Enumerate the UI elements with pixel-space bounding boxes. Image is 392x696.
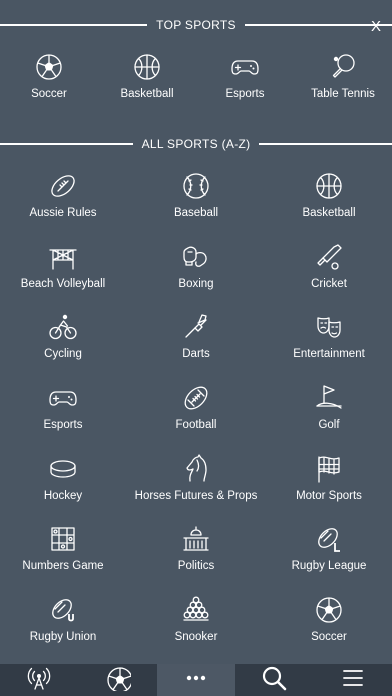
- sport-label: Cricket: [311, 277, 347, 290]
- basketball-icon: [314, 171, 344, 201]
- all-sports-grid: Aussie Rules Baseball Basketball Beach Voll…: [0, 171, 392, 666]
- sport-item-basketball[interactable]: Basketball: [266, 171, 392, 242]
- sport-item-rugby-union[interactable]: Rugby Union: [0, 595, 126, 666]
- tab-soccer-ball[interactable]: [78, 664, 156, 696]
- sport-label: Hockey: [43, 489, 83, 502]
- search-icon: [261, 665, 287, 696]
- sport-item-soccer[interactable]: Soccer: [266, 595, 392, 666]
- sport-label: Horses Futures & Props: [134, 489, 258, 502]
- sport-label: Politics: [177, 560, 215, 573]
- sport-item-baseball[interactable]: Baseball: [126, 171, 266, 242]
- rugby-league-ball-icon: [314, 524, 344, 554]
- top-sports-header: TOP SPORTS: [0, 15, 392, 35]
- soccer-ball-icon: [314, 595, 344, 625]
- cyclist-icon: [48, 312, 78, 342]
- sport-item-politics[interactable]: Politics: [126, 524, 266, 595]
- sport-label: Basketball: [302, 207, 356, 219]
- sport-item-darts[interactable]: Darts: [126, 312, 266, 383]
- sport-label: Baseball: [173, 207, 219, 219]
- theater-masks-icon: [314, 312, 344, 342]
- sport-label: Table Tennis: [311, 88, 375, 100]
- sport-item-esports[interactable]: Esports: [196, 52, 294, 112]
- sport-label: Soccer: [31, 88, 67, 100]
- all-sports-header: ALL SPORTS (A-Z): [0, 134, 392, 154]
- sport-item-boxing[interactable]: Boxing: [126, 242, 266, 313]
- divider: [0, 24, 148, 26]
- all-sports-title: ALL SPORTS (A-Z): [141, 137, 251, 151]
- sport-item-soccer[interactable]: Soccer: [0, 52, 98, 112]
- tab-more-dots[interactable]: [156, 664, 236, 696]
- sport-item-snooker[interactable]: Snooker: [126, 595, 266, 666]
- sport-item-aussie-rules[interactable]: Aussie Rules: [0, 171, 126, 242]
- sport-label: Motor Sports: [296, 489, 362, 502]
- capitol-building-icon: [181, 524, 211, 554]
- gamepad-icon: [48, 383, 78, 413]
- soccer-ball-icon: [34, 52, 64, 82]
- top-sports-title: TOP SPORTS: [156, 18, 236, 32]
- volleyball-net-icon: [48, 242, 78, 272]
- sport-label: Aussie Rules: [29, 207, 97, 219]
- sport-label: Cycling: [44, 348, 82, 361]
- sport-item-horses-futures-props[interactable]: Horses Futures & Props: [126, 454, 266, 525]
- horse-head-icon: [181, 454, 211, 484]
- divider: [244, 24, 392, 26]
- bottom-tab-bar: [0, 664, 392, 696]
- hockey-puck-icon: [48, 454, 78, 484]
- sport-label: Basketball: [120, 88, 174, 100]
- tab-menu[interactable]: [314, 664, 392, 696]
- sport-label: Rugby Union: [29, 631, 97, 644]
- sport-item-hockey[interactable]: Hockey: [0, 454, 126, 525]
- more-dots-icon: [183, 665, 209, 696]
- divider: [259, 143, 392, 145]
- sport-label: Beach Volleyball: [20, 277, 106, 290]
- football-icon: [181, 383, 211, 413]
- sport-item-beach-volleyball[interactable]: Beach Volleyball: [0, 242, 126, 313]
- numbers-grid-icon: [48, 524, 78, 554]
- sport-label: Snooker: [174, 631, 218, 644]
- sport-item-entertainment[interactable]: Entertainment: [266, 312, 392, 383]
- aussie-rules-ball-icon: [48, 171, 78, 201]
- sport-label: Numbers Game: [22, 560, 104, 573]
- sport-label: Darts: [182, 348, 210, 361]
- top-sports-list: Soccer Basketball Esports Table Tennis: [0, 52, 392, 112]
- rugby-union-ball-icon: [48, 595, 78, 625]
- divider: [0, 143, 133, 145]
- basketball-icon: [132, 52, 162, 82]
- tab-search[interactable]: [235, 664, 313, 696]
- sport-item-basketball[interactable]: Basketball: [98, 52, 196, 112]
- menu-icon: [340, 665, 366, 696]
- live-broadcast-icon: [26, 665, 52, 696]
- sport-label: Esports: [225, 88, 265, 100]
- cricket-bat-icon: [314, 242, 344, 272]
- sport-item-rugby-league[interactable]: Rugby League: [266, 524, 392, 595]
- table-tennis-icon: [328, 52, 358, 82]
- sport-item-table-tennis[interactable]: Table Tennis: [294, 52, 392, 112]
- sport-item-motor-sports[interactable]: Motor Sports: [266, 454, 392, 525]
- checkered-flag-icon: [314, 454, 344, 484]
- sport-item-football[interactable]: Football: [126, 383, 266, 454]
- gamepad-icon: [230, 52, 260, 82]
- sport-label: Golf: [318, 419, 340, 432]
- boxing-gloves-icon: [181, 242, 211, 272]
- sport-item-numbers-game[interactable]: Numbers Game: [0, 524, 126, 595]
- sport-item-esports[interactable]: Esports: [0, 383, 126, 454]
- tab-live-broadcast[interactable]: [0, 664, 78, 696]
- soccer-ball-icon: [105, 665, 133, 696]
- sport-label: Boxing: [178, 277, 214, 290]
- sport-item-golf[interactable]: Golf: [266, 383, 392, 454]
- sport-label: Esports: [43, 419, 83, 432]
- dart-icon: [181, 312, 211, 342]
- sport-item-cricket[interactable]: Cricket: [266, 242, 392, 313]
- sport-item-cycling[interactable]: Cycling: [0, 312, 126, 383]
- golf-flag-icon: [314, 383, 344, 413]
- snooker-balls-icon: [181, 595, 211, 625]
- sport-label: Soccer: [311, 631, 347, 644]
- baseball-icon: [181, 171, 211, 201]
- sport-label: Rugby League: [291, 560, 367, 573]
- sport-label: Football: [175, 419, 217, 432]
- sport-label: Entertainment: [293, 348, 365, 361]
